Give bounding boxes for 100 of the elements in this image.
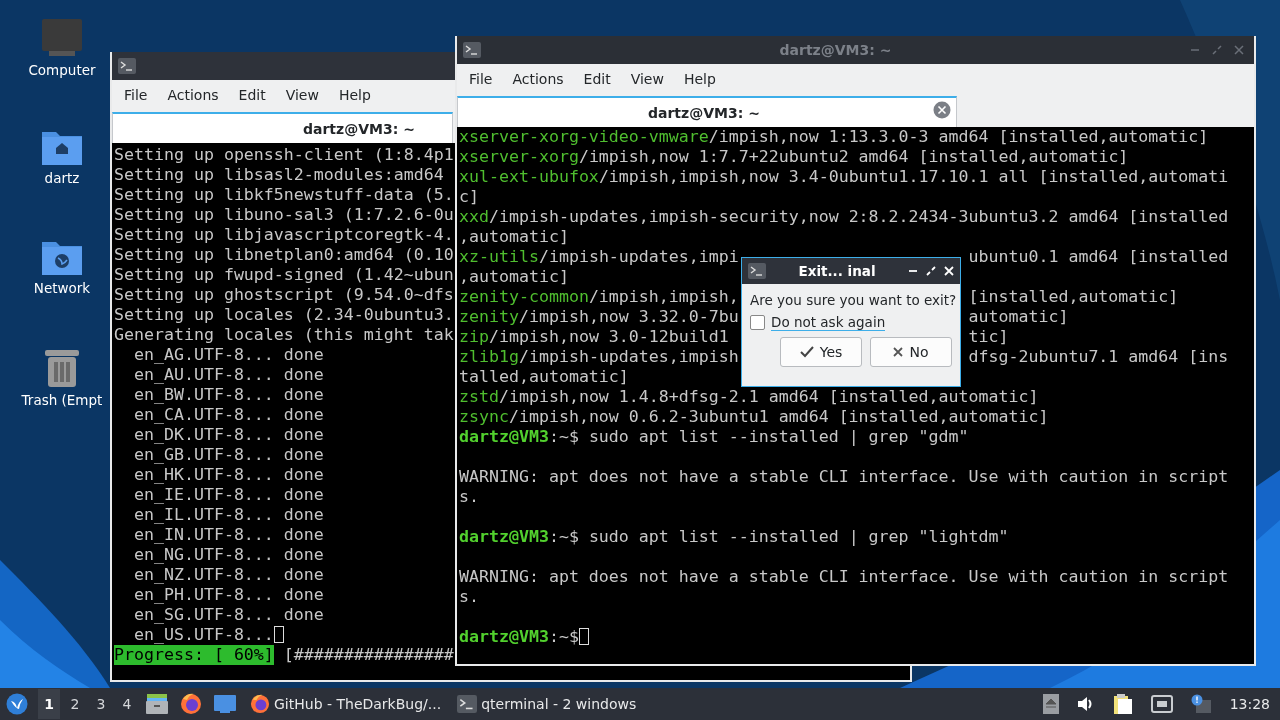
- prompt-user: dartz@VM3: [459, 627, 549, 646]
- progress-label: Progress: [ 60%]: [114, 645, 274, 665]
- terminal-line: Setting up libuno-sal3 (1:7.2.6-0u: [114, 205, 454, 224]
- terminal-line: Setting up libsasl2-modules:amd64: [114, 165, 444, 184]
- terminal-line: Generating locales (this might tak: [114, 325, 454, 344]
- menu-item[interactable]: Edit: [228, 87, 276, 103]
- dialog-title: Exit... inal: [797, 263, 877, 279]
- terminal-text: :~$ sudo apt list --installed | grep "lightdm": [548, 527, 1009, 546]
- terminal-line: en_BW.UTF-8... done: [132, 385, 324, 404]
- terminal-line: en_IE.UTF-8... done: [132, 485, 324, 504]
- terminal-text: /impish-updates,impish-security,now 2:8.2.2434-3ubuntu3.2 amd64 [installed: [489, 207, 1229, 226]
- terminal-line: en_US.UTF-8...: [132, 625, 274, 644]
- menu-item[interactable]: File: [459, 71, 503, 87]
- terminal-line: en_AU.UTF-8... done: [132, 365, 324, 384]
- workspace-button[interactable]: 4: [116, 689, 138, 719]
- terminal-line: en_CA.UTF-8... done: [132, 405, 324, 424]
- terminal-line: en_NZ.UTF-8... done: [132, 565, 324, 584]
- firefox-icon[interactable]: [180, 693, 202, 715]
- package-name: xxd: [459, 207, 489, 226]
- terminal-text: /impish,impish,now 3.4-0ubuntu1.17.10.1 all [installed,automati: [598, 167, 1229, 186]
- terminal-text: /impish-updates,impi: [538, 247, 739, 266]
- desktop-icon-label[interactable]: Trash (Empt: [21, 392, 103, 408]
- prompt-user: dartz@VM3: [459, 427, 549, 446]
- package-name: zenity-common: [459, 287, 589, 306]
- terminal-text: :~$: [548, 627, 579, 646]
- checkbox-label[interactable]: Do not ask again: [771, 314, 886, 331]
- terminal-text: c]: [459, 187, 479, 206]
- menu-item[interactable]: Actions: [502, 71, 574, 87]
- package-name: zstd: [459, 387, 499, 406]
- terminal-text: /impish,now 1:13.3.0-3 amd64 [installed,automatic]: [708, 127, 1209, 146]
- desktop-icon-label[interactable]: Computer: [28, 62, 96, 78]
- terminal-line: Setting up ghostscript (9.54.0~dfs: [114, 285, 454, 304]
- terminal-icon: [457, 695, 478, 713]
- package-name: xserver-xorg: [459, 147, 579, 166]
- terminal-line: en_AG.UTF-8... done: [132, 345, 324, 364]
- clipboard-icon[interactable]: [1112, 693, 1133, 715]
- terminal-tab[interactable]: dartz@VM3: ~: [112, 112, 453, 143]
- window-title: dartz@VM3: ~: [778, 42, 893, 58]
- taskbar-task[interactable]: qterminal - 2 windows: [451, 689, 643, 719]
- menu-item[interactable]: Actions: [157, 87, 229, 103]
- package-name: zsync: [459, 407, 509, 426]
- terminal-line: Setting up libnetplan0:amd64 (0.10: [114, 245, 454, 264]
- close-icon: [893, 347, 904, 357]
- no-button[interactable]: No: [870, 337, 952, 367]
- terminal-line: en_NG.UTF-8... done: [132, 545, 324, 564]
- terminal-line: en_SG.UTF-8... done: [132, 605, 324, 624]
- yes-button[interactable]: Yes: [780, 337, 862, 367]
- terminal-line: Setting up openssh-client (1:8.4p1: [114, 145, 454, 164]
- eject-icon[interactable]: [1042, 694, 1059, 714]
- workspace-button[interactable]: 2: [64, 689, 86, 719]
- terminal-icon: [118, 58, 136, 74]
- desktop-icon-label[interactable]: Network: [33, 280, 91, 296]
- menu-item[interactable]: Help: [328, 87, 381, 103]
- clock[interactable]: 13:28: [1229, 696, 1270, 712]
- terminal-icon: [748, 263, 766, 279]
- terminal-line: Setting up libkf5newstuff-data (5.: [114, 185, 454, 204]
- notification-icon[interactable]: [1190, 694, 1211, 714]
- taskbar-task[interactable]: GitHub - TheDarkBug/...: [244, 689, 448, 719]
- terminal-line: Setting up locales (2.34-0ubuntu3.: [114, 305, 454, 324]
- terminal-text: ubuntu0.1 amd64 [installed: [968, 247, 1229, 266]
- show-desktop-icon[interactable]: [214, 695, 236, 713]
- package-name: xserver-xorg-video-vmware: [459, 127, 709, 146]
- terminal-line: en_DK.UTF-8... done: [132, 425, 324, 444]
- menu-item[interactable]: Edit: [573, 71, 621, 87]
- terminal-text: /impish,now 1.4.8+dfsg-2.1 amd64 [installed,automatic]: [498, 387, 1039, 406]
- package-name: zip: [459, 327, 489, 346]
- terminal-text: WARNING: apt does not have a stable CLI interface. Use with caution in script: [459, 567, 1229, 586]
- terminal-tab[interactable]: dartz@VM3: ~: [457, 96, 957, 127]
- package-name: xul-ext-ubufox: [459, 167, 599, 186]
- menu-item[interactable]: Help: [673, 71, 726, 87]
- terminal-line: en_PH.UTF-8... done: [132, 585, 324, 604]
- terminal-line: en_HK.UTF-8... done: [132, 465, 324, 484]
- checkbox[interactable]: [750, 315, 765, 330]
- menu-item[interactable]: View: [275, 87, 329, 103]
- firefox-icon: [250, 694, 270, 714]
- trash-icon[interactable]: [44, 348, 80, 388]
- terminal-text: automatic]: [968, 307, 1069, 326]
- terminal-line: en_IN.UTF-8... done: [132, 525, 324, 544]
- prompt-user: dartz@VM3: [459, 527, 549, 546]
- terminal-text: talled,automatic]: [459, 367, 629, 386]
- package-name: zenity: [459, 307, 519, 326]
- menu-item[interactable]: View: [620, 71, 674, 87]
- terminal-text: :~$ sudo apt list --installed | grep "gdm": [548, 427, 969, 446]
- terminal-text: tic]: [968, 327, 1009, 346]
- terminal-text: s.: [459, 587, 479, 606]
- desktop-icon-label[interactable]: dartz: [44, 170, 80, 186]
- menu-item[interactable]: File: [114, 87, 158, 103]
- terminal-text: /impish,now 3.32.0-7bu: [518, 307, 739, 326]
- package-name: xz-utils: [459, 247, 539, 266]
- terminal-text: ,automatic]: [459, 267, 569, 286]
- ethernet-icon[interactable]: [1150, 695, 1173, 713]
- terminal-text: /impish,now 1:7.7+22ubuntu2 amd64 [installed,automatic]: [578, 147, 1129, 166]
- package-name: zlib1g: [459, 347, 519, 366]
- terminal-text: WARNING: apt does not have a stable CLI interface. Use with caution in script: [459, 467, 1229, 486]
- workspace-button[interactable]: 3: [90, 689, 112, 719]
- terminal-text: /impish,now 3.0-12build1: [489, 327, 729, 346]
- terminal-text: dfsg-2ubuntu7.1 amd64 [ins: [968, 347, 1229, 366]
- file-cabinet-icon[interactable]: [146, 694, 168, 714]
- terminal-text: /impish-updates,impish: [518, 347, 739, 366]
- workspace-button[interactable]: 1: [38, 689, 60, 719]
